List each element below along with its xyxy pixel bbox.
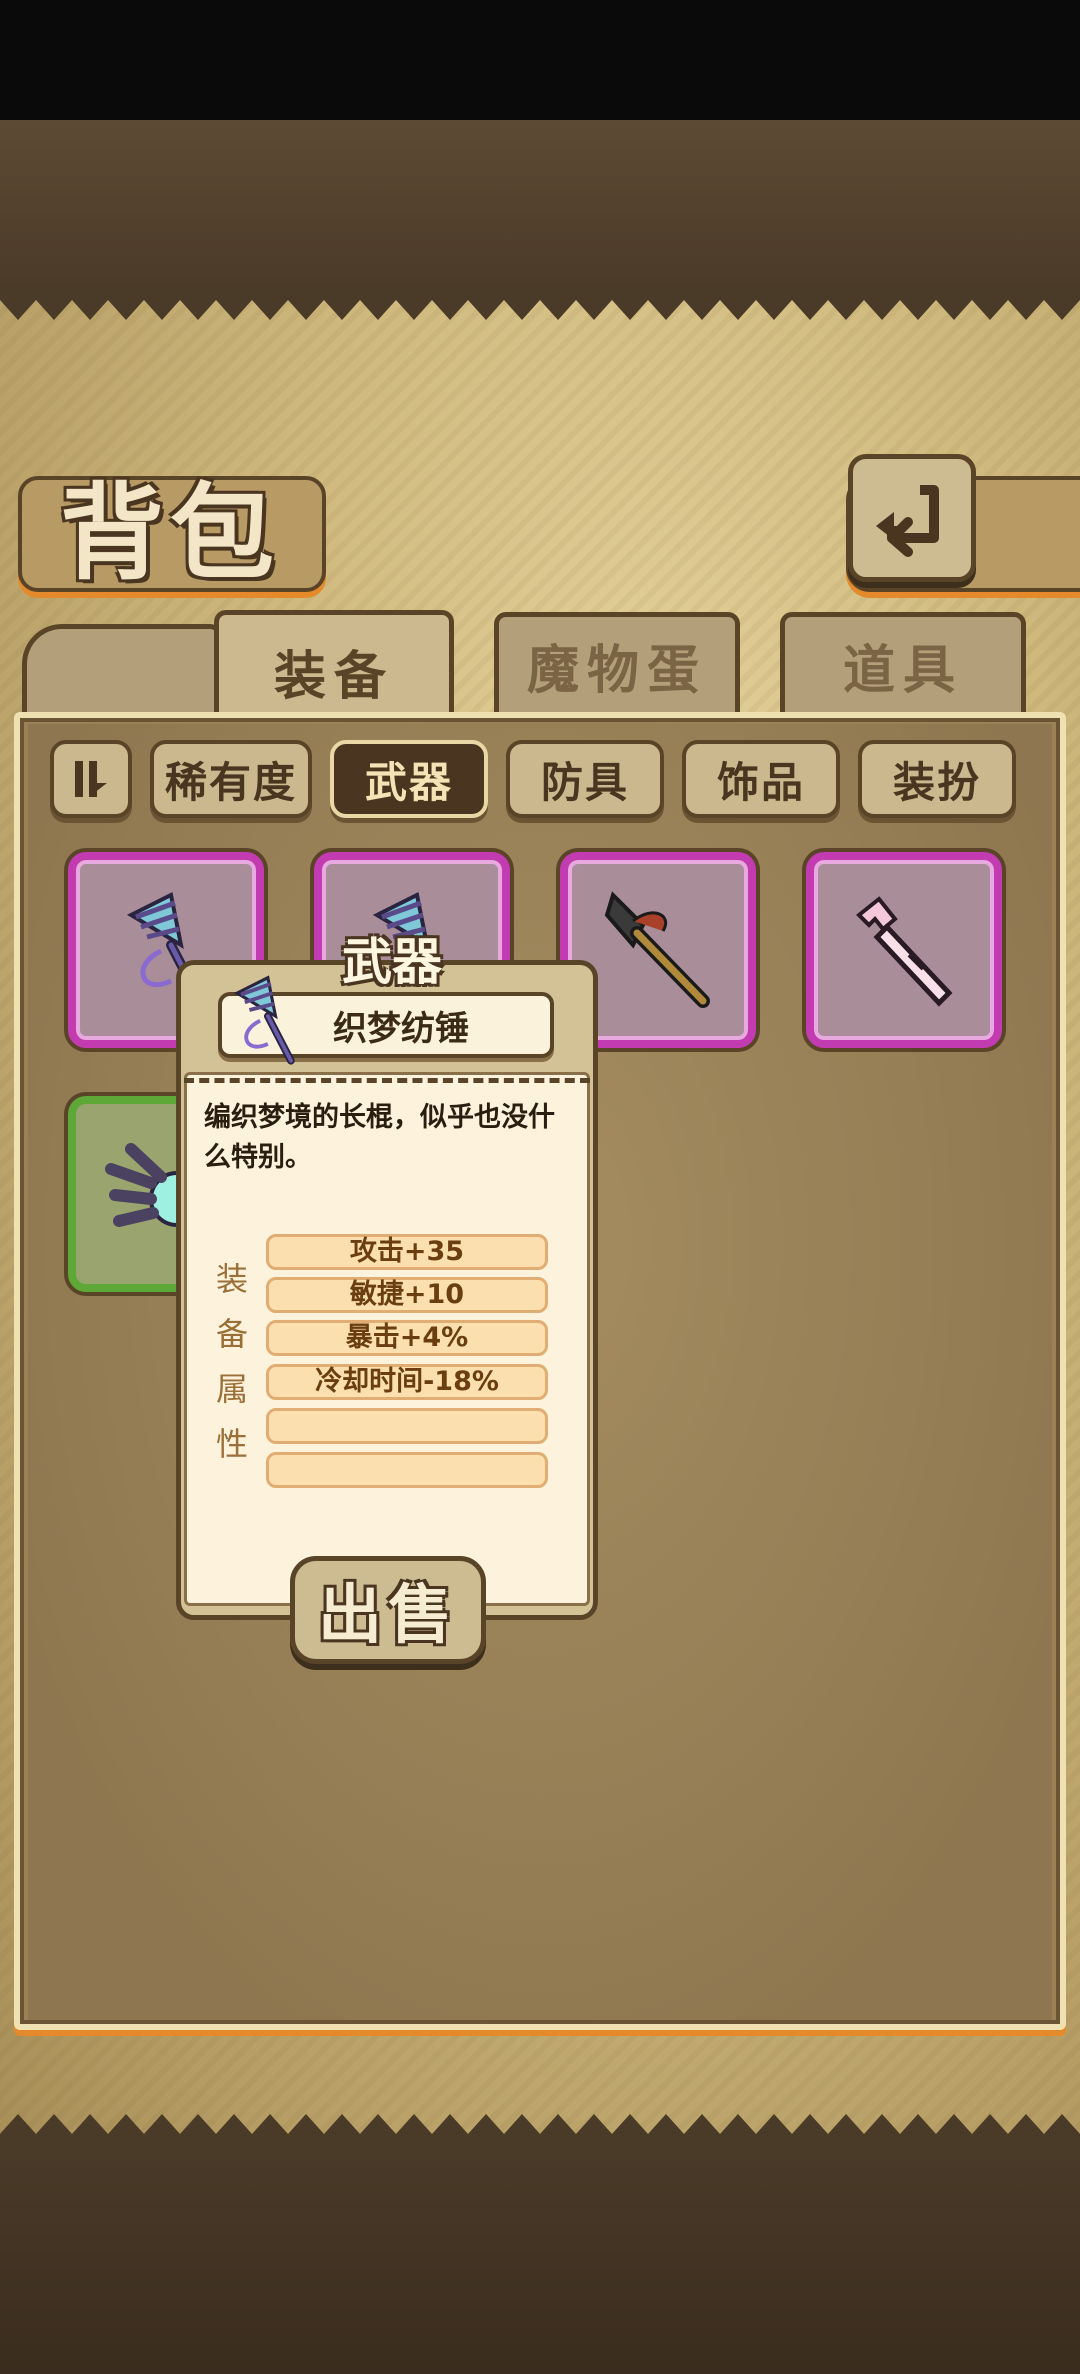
attr-label-char: 装 [215, 1260, 248, 1298]
tab-monster-egg[interactable]: 魔物蛋 [494, 612, 740, 713]
filter-weapon[interactable]: 武器 [330, 740, 488, 818]
tab-items[interactable]: 道具 [780, 612, 1026, 713]
return-arrow-icon [876, 485, 939, 557]
attr-label-char: 性 [215, 1425, 248, 1463]
stat-row: 敏捷+10 [266, 1277, 548, 1313]
popup-header: 武器 [342, 933, 442, 991]
equip-attributes-label: 装 备 属 性 [214, 1252, 250, 1472]
back-button[interactable] [848, 454, 976, 582]
bottom-zigzag-edge [0, 2114, 1080, 2152]
stat-row: 暴击+4% [266, 1320, 548, 1356]
pink-tool-icon [856, 896, 953, 1007]
item-name: 织梦纺锤 [333, 1008, 469, 1049]
filter-armor[interactable]: 防具 [506, 740, 664, 818]
stat-row: 冷却时间-18% [266, 1364, 548, 1400]
tab-spacer [22, 624, 222, 725]
stat-row: 攻击+35 [266, 1234, 548, 1270]
top-zigzag-edge [0, 282, 1080, 320]
page-title: 背包 [60, 471, 281, 594]
tab-equipment[interactable]: 装备 [214, 610, 454, 727]
popup-divider [184, 1078, 590, 1083]
stat-row-empty [266, 1408, 548, 1444]
item-slot[interactable] [806, 852, 1002, 1048]
attr-label-char: 备 [215, 1315, 248, 1353]
filter-accessory[interactable]: 饰品 [682, 740, 840, 818]
bottom-map-band [0, 2150, 1080, 2374]
sell-button[interactable]: 出售 [290, 1556, 486, 1664]
filter-rarity[interactable]: 稀有度 [150, 740, 312, 818]
top-map-band [0, 120, 1080, 290]
sort-toggle-button[interactable] [50, 740, 132, 818]
stat-row-empty [266, 1452, 548, 1488]
pause-sort-icon [75, 761, 107, 797]
attr-label-char: 属 [215, 1370, 248, 1408]
dark-spear-icon [604, 891, 710, 1008]
item-description: 编织梦境的长棍，似乎也没什么特别。 [204, 1102, 555, 1173]
dream-spindle-icon [233, 975, 295, 1065]
filter-costume[interactable]: 装扮 [858, 740, 1016, 818]
